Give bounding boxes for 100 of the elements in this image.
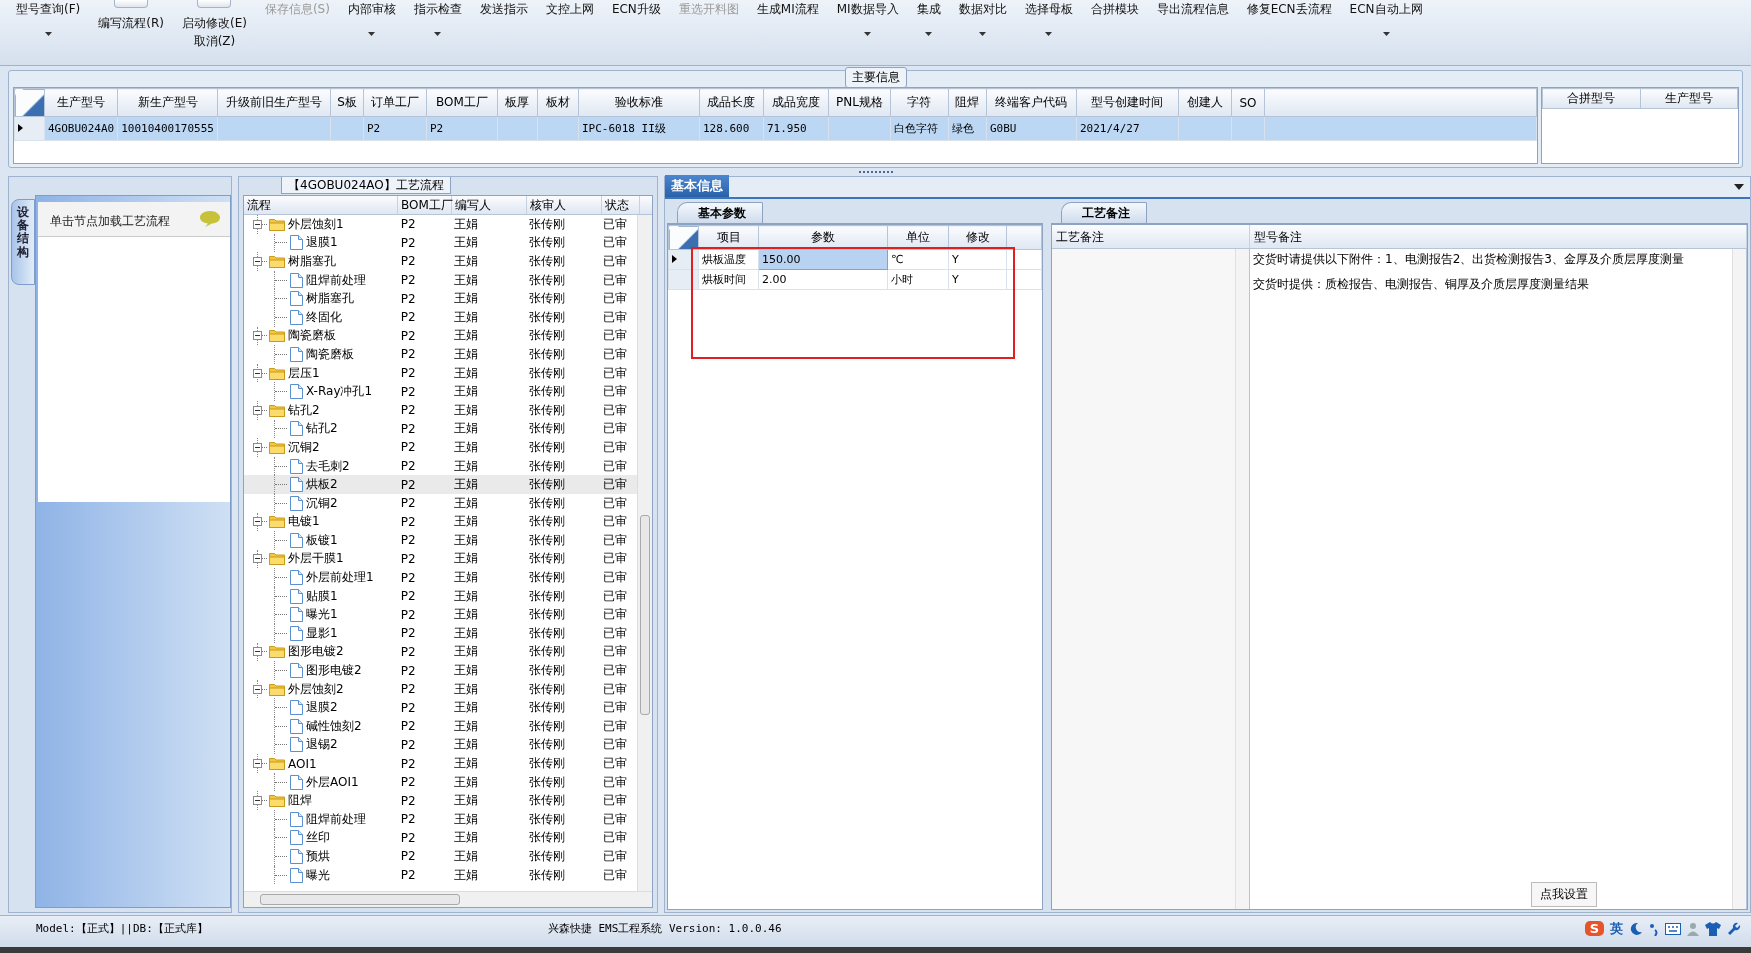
column-header[interactable]: 合拼型号 bbox=[1542, 88, 1640, 109]
tree-row[interactable]: 外层蚀刻1 P2 王娟 张传刚 已审 bbox=[244, 215, 637, 234]
tree-row[interactable]: 阻焊前处理 P2 王娟 张传刚 已审 bbox=[244, 270, 637, 290]
tree-row[interactable]: 预烘 P2 王娟 张传刚 已审 bbox=[244, 847, 637, 866]
ime-language-toggle[interactable]: 英 bbox=[1610, 919, 1623, 938]
column-header[interactable]: 流程 bbox=[244, 196, 398, 214]
tree-row[interactable]: 图形电镀2 P2 王娟 张传刚 已审 bbox=[244, 661, 637, 680]
table-row[interactable]: 烘板温度 150.00 ℃ Y bbox=[668, 249, 1042, 270]
keyboard-icon[interactable] bbox=[1665, 922, 1681, 935]
table-row[interactable]: 烘板时间 2.00 小时 Y bbox=[668, 269, 1042, 290]
tree-row[interactable]: 贴膜1 P2 王娟 张传刚 已审 bbox=[244, 586, 637, 606]
column-header[interactable]: S板 bbox=[330, 88, 364, 117]
column-header[interactable]: 板厚 bbox=[497, 88, 538, 117]
toolbar-button[interactable]: 指示检查 bbox=[411, 0, 464, 37]
collapse-icon[interactable] bbox=[253, 796, 262, 806]
vertical-tab[interactable]: 设备结构 bbox=[11, 199, 35, 285]
shirt-icon[interactable] bbox=[1705, 921, 1721, 936]
tree-row[interactable]: 退锡2 P2 王娟 张传刚 已审 bbox=[244, 735, 637, 755]
toolbar-button[interactable]: ECN升级 bbox=[609, 0, 663, 19]
tree-row[interactable]: 外层蚀刻2 P2 王娟 张传刚 已审 bbox=[244, 679, 637, 699]
column-header[interactable]: 创建人 bbox=[1178, 88, 1232, 117]
tree-row[interactable]: 板镀1 P2 王娟 张传刚 已审 bbox=[244, 531, 637, 550]
column-header[interactable]: 阻焊 bbox=[948, 88, 987, 117]
vertical-scrollbar[interactable] bbox=[637, 215, 652, 891]
toolbar-button[interactable]: 生成MI流程 bbox=[754, 0, 821, 19]
splitter-handle[interactable] bbox=[858, 170, 893, 174]
collapse-icon[interactable] bbox=[253, 554, 262, 564]
tree-row[interactable]: 沉铜2 P2 王娟 张传刚 已审 bbox=[244, 438, 637, 457]
tree-row[interactable]: 终固化 P2 王娟 张传刚 已审 bbox=[244, 307, 637, 327]
collapse-icon[interactable] bbox=[253, 647, 262, 657]
tree-row[interactable]: 钻孔2 P2 王娟 张传刚 已审 bbox=[244, 419, 637, 439]
tree-row[interactable]: 丝印 P2 王娟 张传刚 已审 bbox=[244, 828, 637, 848]
toolbar-button[interactable]: 内部审核 bbox=[345, 0, 398, 37]
collapse-icon[interactable] bbox=[253, 331, 262, 341]
toolbar-button[interactable]: 编写流程(R) bbox=[96, 14, 166, 33]
toolbar-button[interactable]: MI数据导入 bbox=[834, 0, 901, 37]
collapse-icon[interactable] bbox=[253, 759, 262, 768]
tree-row[interactable]: 钻孔2 P2 王娟 张传刚 已审 bbox=[244, 400, 637, 420]
toolbar-button[interactable]: 发送指示 bbox=[477, 0, 530, 19]
column-header[interactable]: SO bbox=[1231, 88, 1265, 117]
table-row[interactable]: 4GOBU024A0 10010400170555 P2 P2 IPC-6018 II级 128.600 71.950 白色字符 绿色 G0BU 2021/4/27 bbox=[14, 116, 1537, 141]
collapse-icon[interactable] bbox=[253, 368, 262, 378]
tree-row[interactable]: 显影1 P2 王娟 张传刚 已审 bbox=[244, 624, 637, 643]
collapse-icon[interactable] bbox=[253, 442, 262, 452]
collapse-icon[interactable] bbox=[253, 257, 262, 266]
tree-row[interactable]: X-Ray冲孔1 P2 王娟 张传刚 已审 bbox=[244, 382, 637, 401]
wrench-icon[interactable] bbox=[1727, 921, 1741, 936]
column-header[interactable]: 字符 bbox=[890, 88, 949, 117]
column-header[interactable]: 型号创建时间 bbox=[1076, 88, 1179, 117]
toolbar-button[interactable]: 合拼模块 bbox=[1088, 0, 1141, 19]
toolbar-button[interactable]: 修复ECN丢流程 bbox=[1244, 0, 1334, 19]
punctuation-icon[interactable] bbox=[1649, 921, 1659, 936]
column-header[interactable]: BOM工厂 bbox=[426, 88, 498, 117]
tree-row[interactable]: 曝光 P2 王娟 张传刚 已审 bbox=[244, 865, 637, 885]
collapse-icon[interactable] bbox=[253, 684, 262, 694]
tree-row[interactable]: 烘板2 P2 王娟 张传刚 已审 bbox=[244, 475, 637, 494]
tree-row[interactable]: 树脂塞孔 P2 王娟 张传刚 已审 bbox=[244, 289, 637, 308]
column-header[interactable]: PNL规格 bbox=[828, 88, 891, 117]
tree-row[interactable]: AOI1 P2 王娟 张传刚 已审 bbox=[244, 754, 637, 773]
tree-row[interactable]: 沉铜2 P2 王娟 张传刚 已审 bbox=[244, 493, 637, 513]
toolbar-button[interactable]: 数据对比 bbox=[956, 0, 1009, 37]
collapse-icon[interactable] bbox=[253, 517, 262, 527]
tree-row[interactable]: 曝光1 P2 王娟 张传刚 已审 bbox=[244, 605, 637, 625]
column-header[interactable]: 升级前旧生产型号 bbox=[217, 88, 331, 117]
tree-row[interactable]: 陶瓷磨板 P2 王娟 张传刚 已审 bbox=[244, 345, 637, 364]
toolbar-button[interactable]: 选择母板 bbox=[1022, 0, 1075, 37]
toolbar-button[interactable]: 导出流程信息 bbox=[1154, 0, 1231, 19]
dropdown-icon[interactable] bbox=[1734, 184, 1744, 190]
toolbar-button[interactable]: ECN自动上网 bbox=[1347, 0, 1425, 37]
toolbar-button[interactable]: 集成 bbox=[914, 0, 943, 37]
tree-row[interactable]: 树脂塞孔 P2 王娟 张传刚 已审 bbox=[244, 252, 637, 271]
moon-icon[interactable] bbox=[1629, 921, 1643, 936]
toolbar-button[interactable]: 取消(Z) bbox=[191, 33, 238, 51]
tab[interactable]: 工艺备注 bbox=[1061, 202, 1147, 223]
tree-row[interactable]: 图形电镀2 P2 王娟 张传刚 已审 bbox=[244, 642, 637, 662]
tree-row[interactable]: 碱性蚀刻2 P2 王娟 张传刚 已审 bbox=[244, 717, 637, 736]
tree-row[interactable]: 退膜2 P2 王娟 张传刚 已审 bbox=[244, 698, 637, 718]
column-header[interactable]: 生产型号 bbox=[1640, 88, 1738, 109]
column-header[interactable]: 状态 bbox=[602, 196, 640, 214]
toolbar-button[interactable]: 型号查询(F) bbox=[14, 0, 83, 37]
collapse-icon[interactable] bbox=[253, 219, 262, 229]
tab[interactable]: 基本参数 bbox=[677, 202, 763, 223]
tab[interactable]: 基本信息 bbox=[665, 175, 729, 197]
tree-row[interactable]: 外层干膜1 P2 王娟 张传刚 已审 bbox=[244, 549, 637, 569]
column-header[interactable]: 核审人 bbox=[527, 196, 602, 214]
tree-row[interactable]: 陶瓷磨板 P2 王娟 张传刚 已审 bbox=[244, 326, 637, 346]
toolbar-button[interactable]: 文控上网 bbox=[543, 0, 596, 19]
tree-row[interactable]: 外层AOI1 P2 王娟 张传刚 已审 bbox=[244, 772, 637, 792]
tree-row[interactable]: 阻焊前处理 P2 王娟 张传刚 已审 bbox=[244, 810, 637, 829]
column-header[interactable]: 终端客户代码 bbox=[986, 88, 1077, 117]
column-header[interactable]: 成品宽度 bbox=[763, 88, 829, 117]
tree-row[interactable]: 退膜1 P2 王娟 张传刚 已审 bbox=[244, 233, 637, 253]
column-header[interactable]: 参数 bbox=[758, 225, 888, 250]
column-header[interactable]: 验收标准 bbox=[578, 88, 700, 117]
column-header[interactable]: 新生产型号 bbox=[117, 88, 218, 117]
ime-logo[interactable]: S bbox=[1584, 921, 1604, 936]
column-header[interactable]: 生产型号 bbox=[44, 88, 118, 117]
column-header[interactable]: 编写人 bbox=[452, 196, 527, 214]
tree-row[interactable]: 外层前处理1 P2 王娟 张传刚 已审 bbox=[244, 568, 637, 587]
settings-button[interactable]: 点我设置 bbox=[1531, 882, 1597, 907]
